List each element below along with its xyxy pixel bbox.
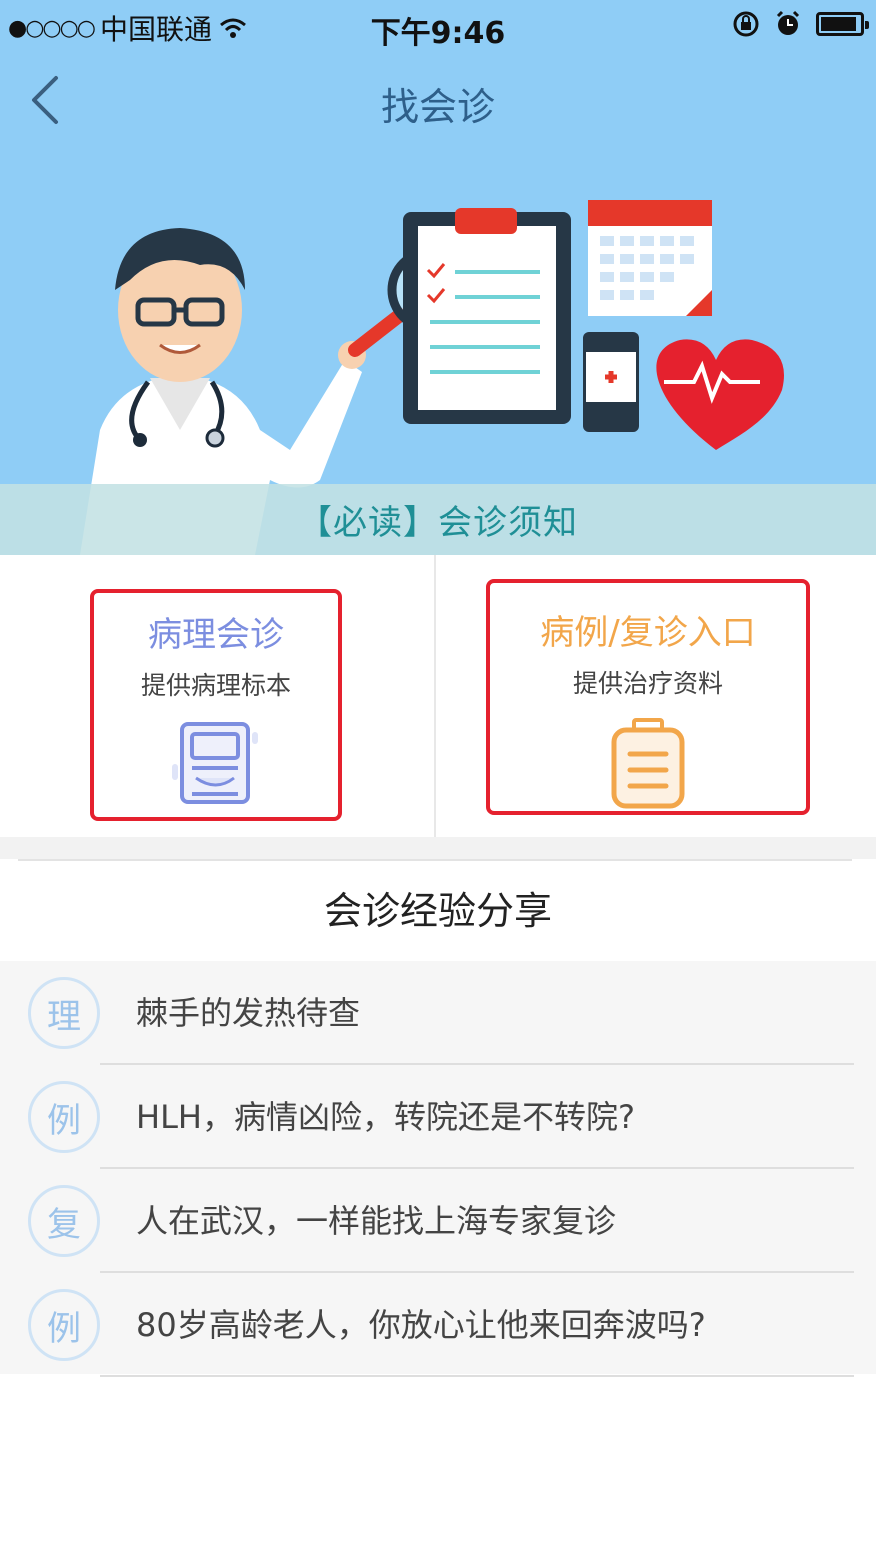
experience-list: 理 棘手的发热待查 例 HLH，病情凶险，转院还是不转院? 复 人在武汉，一样能…: [0, 961, 876, 1377]
list-item[interactable]: 复 人在武汉，一样能找上海专家复诊: [0, 1169, 876, 1273]
status-bar-right: [732, 10, 869, 38]
section-title: 会诊经验分享: [0, 861, 876, 961]
entry-title: 病例/复诊入口: [540, 613, 756, 653]
notice-link[interactable]: 【必读】会诊须知: [0, 484, 876, 555]
category-badge: 例: [28, 1289, 100, 1361]
page-title: 找会诊: [380, 85, 495, 129]
list-item-title: 人在武汉，一样能找上海专家复诊: [136, 1202, 617, 1240]
category-badge: 复: [28, 1185, 100, 1257]
list-item[interactable]: 例 HLH，病情凶险，转院还是不转院?: [0, 1065, 876, 1169]
rotation-lock-icon: [733, 11, 759, 37]
category-badge: 例: [28, 1081, 100, 1153]
category-badge: 理: [28, 977, 100, 1049]
list-item[interactable]: 例 80岁高龄老人，你放心让他来回奔波吗?: [0, 1273, 876, 1377]
alarm-icon: [776, 10, 800, 35]
consultation-entries: 病理会诊 提供病理标本 病例/复诊入口 提供治疗资料: [0, 555, 876, 837]
specimen-slide-icon: [172, 722, 258, 804]
entry-title: 病理会诊: [148, 615, 284, 655]
header-banner: ●○○○○ 中国联通 下午9:46 找会诊 【必读】会诊须知: [0, 0, 876, 555]
list-item-title: HLH，病情凶险，转院还是不转院?: [136, 1098, 635, 1136]
pathology-consult-button[interactable]: 病理会诊 提供病理标本: [90, 589, 342, 821]
clipboard-icon: [611, 718, 685, 809]
list-item-title: 棘手的发热待查: [136, 994, 361, 1032]
battery-icon: [816, 12, 869, 36]
list-item-title: 80岁高龄老人，你放心让他来回奔波吗?: [136, 1306, 706, 1344]
entry-subtitle: 提供治疗资料: [572, 669, 723, 698]
list-item[interactable]: 理 棘手的发热待查: [0, 961, 876, 1065]
navbar: 找会诊: [0, 52, 876, 148]
case-followup-entry-button[interactable]: 病例/复诊入口 提供治疗资料: [486, 579, 810, 815]
entry-subtitle: 提供病理标本: [140, 671, 291, 700]
row-divider: [100, 1375, 854, 1377]
entries-divider: [434, 555, 436, 837]
notice-text: 【必读】会诊须知: [298, 503, 578, 543]
section-gap: [0, 837, 876, 859]
status-bar: ●○○○○ 中国联通 下午9:46: [0, 0, 876, 52]
